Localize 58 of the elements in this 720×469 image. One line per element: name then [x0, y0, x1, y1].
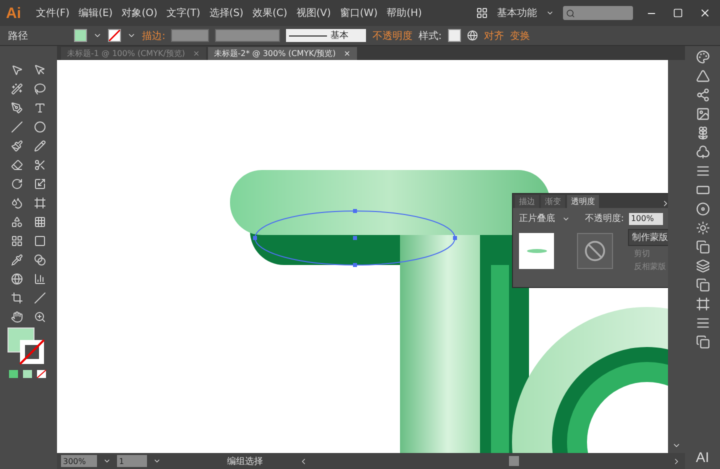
opacity-field[interactable]: 100%: [628, 212, 664, 224]
panel-tab[interactable]: 透明度: [567, 195, 599, 208]
search-field[interactable]: [563, 6, 633, 20]
opacity-label: 不透明度:: [584, 212, 624, 225]
caret-icon[interactable]: [103, 457, 111, 465]
scroll-thumb[interactable]: [509, 456, 520, 466]
scroll-left-icon[interactable]: [299, 456, 308, 466]
stroke-line-icon: [289, 34, 328, 36]
menu-item[interactable]: 视图(V): [296, 6, 331, 20]
menu-item[interactable]: 对象(O): [122, 6, 158, 20]
menu-item[interactable]: 选择(S): [209, 6, 244, 20]
workspace-switcher[interactable]: 基本功能: [497, 6, 537, 20]
menu-item[interactable]: 文件(F): [36, 6, 70, 20]
no-mask-icon: [584, 240, 606, 262]
opacity-link[interactable]: 不透明度: [372, 28, 412, 42]
fill-swatch[interactable]: [74, 29, 87, 42]
panel-tab[interactable]: 描边: [515, 195, 539, 208]
menu-item[interactable]: 窗口(W): [340, 6, 378, 20]
image-trace-icon[interactable]: [696, 107, 710, 121]
brush-definition-field[interactable]: 基本: [286, 29, 366, 42]
color-panel-icon[interactable]: [696, 50, 710, 64]
appearance-icon[interactable]: [696, 221, 710, 235]
collapse-icon[interactable]: [661, 199, 668, 208]
zoom-field[interactable]: 300%: [61, 455, 97, 467]
stroke-link[interactable]: 描边:: [142, 28, 166, 42]
menu-item[interactable]: 文字(T): [166, 6, 200, 20]
menu-item[interactable]: 效果(C): [252, 6, 288, 20]
make-mask-button[interactable]: 制作蒙版: [628, 229, 668, 246]
object-thumbnail: [519, 232, 554, 268]
search-icon: [566, 8, 575, 18]
artboard-field[interactable]: 1: [117, 455, 147, 467]
style-label: 样式:: [418, 30, 442, 42]
layers-icon[interactable]: [696, 259, 710, 273]
transform-link[interactable]: 变换: [510, 28, 530, 42]
selected-ellipse[interactable]: [253, 209, 457, 267]
app-logo: AI: [696, 449, 710, 465]
align-link[interactable]: 对齐: [484, 28, 504, 42]
stroke-none-swatch[interactable]: [108, 29, 121, 42]
blend-mode-dropdown[interactable]: 正片叠底: [519, 212, 570, 225]
selection-label: 路径: [8, 30, 29, 42]
app-logo: Ai: [6, 4, 21, 22]
arrange-documents-icon[interactable]: [476, 7, 488, 19]
stroke-weight-field[interactable]: [171, 29, 210, 42]
links-icon[interactable]: [696, 88, 710, 102]
graphic-style-swatch[interactable]: [448, 29, 461, 42]
current-tool-status: 编组选择: [227, 456, 263, 468]
scroll-right-icon[interactable]: [672, 456, 681, 466]
tab-close[interactable]: ×: [344, 49, 350, 58]
scroll-down-icon[interactable]: [672, 441, 681, 450]
caret-icon[interactable]: [153, 457, 161, 465]
document-tab[interactable]: 未标题-2* @ 300% (CMYK/预览) ×: [208, 47, 356, 60]
caret-icon[interactable]: [546, 9, 554, 17]
caret-icon[interactable]: [127, 31, 136, 40]
menu-item[interactable]: 编辑(E): [78, 6, 113, 20]
panel-tab[interactable]: 渐变: [541, 195, 565, 208]
menu-item[interactable]: 帮助(H): [386, 6, 422, 20]
variable-width-field[interactable]: [215, 29, 280, 42]
caret-icon[interactable]: [93, 31, 102, 40]
